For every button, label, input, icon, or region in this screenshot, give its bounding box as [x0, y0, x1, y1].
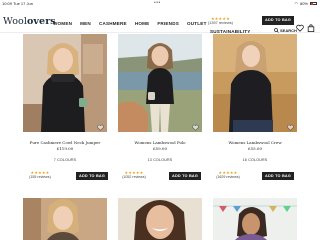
review-count: (1629 reviews) — [216, 175, 240, 179]
bag-icon[interactable] — [307, 24, 315, 32]
product-image-row2-3[interactable] — [213, 198, 297, 240]
product-colours[interactable]: 7 COLOURS — [23, 158, 107, 162]
product-name[interactable]: Womens Lambswool Crew — [213, 140, 297, 145]
product-rating: ★★★★★ (1052 reviews) — [119, 170, 149, 179]
site-header: Woolovers WOMEN MEN CASHMERE HOME FRIEND… — [0, 7, 320, 34]
woolovers-logo[interactable]: Woolovers — [3, 16, 56, 27]
header-add-to-bag-button[interactable]: ADD TO BAG — [262, 16, 294, 25]
product-image-cowl-neck[interactable] — [23, 34, 107, 132]
heart-icon[interactable] — [296, 24, 304, 32]
review-count: (155 reviews) — [29, 175, 51, 179]
wifi-icon: ◠ — [294, 1, 298, 6]
add-to-bag-button[interactable]: ADD TO BAG — [76, 172, 108, 180]
nav-friends[interactable]: FRIENDS — [157, 21, 179, 26]
product-price: £59.00 — [153, 146, 167, 151]
nav-cashmere[interactable]: CASHMERE — [99, 21, 127, 26]
product-photo — [23, 34, 107, 132]
product-colours[interactable]: 16 COLOURS — [213, 158, 297, 162]
status-bar: 10:09 Tue 17 Jun ••• ◠ 80% — [0, 0, 320, 7]
multitask-dots: ••• — [154, 0, 161, 6]
product-photo — [213, 198, 297, 240]
search-icon — [274, 28, 279, 33]
add-to-bag-button[interactable]: ADD TO BAG — [262, 172, 294, 180]
product-photo — [118, 34, 202, 132]
product-colours[interactable]: 13 COLOURS — [118, 158, 202, 162]
nav-men[interactable]: MEN — [80, 21, 91, 26]
battery-indicator: ◠ 80% — [294, 1, 317, 6]
nav-women[interactable]: WOMEN — [53, 21, 72, 26]
product-rating: ★★★★★ (1629 reviews) — [213, 170, 243, 179]
product-photo — [213, 34, 297, 132]
search-label: SEARCH — [280, 28, 297, 33]
product-image-crew[interactable] — [213, 34, 297, 132]
wishlist-heart-icon[interactable] — [287, 124, 294, 131]
product-photo — [23, 198, 107, 240]
review-count: (1052 reviews) — [122, 175, 146, 179]
header-icons — [296, 24, 315, 32]
product-image-row2-1[interactable] — [23, 198, 107, 240]
product-price: £119.00 — [56, 146, 74, 151]
add-to-bag-button[interactable]: ADD TO BAG — [169, 172, 201, 180]
product-photo — [118, 198, 202, 240]
nav-outlet[interactable]: OUTLET — [187, 21, 207, 26]
wishlist-heart-icon[interactable] — [97, 124, 104, 131]
product-price: £55.00 — [248, 146, 262, 151]
battery-icon — [310, 2, 317, 5]
main-nav: WOMEN MEN CASHMERE HOME FRIENDS OUTLET S… — [53, 21, 250, 34]
wishlist-heart-icon[interactable] — [192, 124, 199, 131]
header-rating: ★★★★★ (1397 reviews) — [208, 16, 233, 25]
product-image-polo[interactable] — [118, 34, 202, 132]
search-button[interactable]: SEARCH — [274, 28, 297, 33]
product-name[interactable]: Womens Lambswool Polo — [118, 140, 202, 145]
header-rating-count: (1397 reviews) — [208, 21, 233, 25]
nav-home[interactable]: HOME — [135, 21, 150, 26]
product-rating: ★★★★★ (155 reviews) — [25, 170, 55, 179]
product-image-row2-2[interactable] — [118, 198, 202, 240]
product-name[interactable]: Pure Cashmere Cowl Neck Jumper — [23, 140, 107, 145]
status-time: 10:09 Tue 17 Jun — [2, 1, 33, 6]
